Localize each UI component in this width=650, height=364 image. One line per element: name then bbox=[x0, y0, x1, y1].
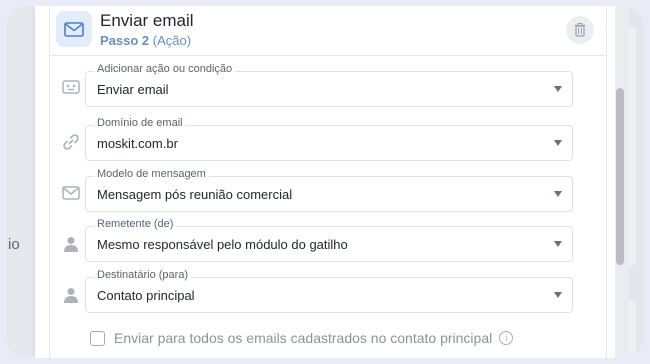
message-template-select[interactable]: Modelo de mensagem Mensagem pós reunião … bbox=[85, 168, 573, 212]
step-card: Enviar email Passo 2 (Ação) Adicionar aç… bbox=[49, 6, 607, 358]
background-partial-text: io bbox=[8, 236, 20, 253]
step-title: Enviar email bbox=[100, 11, 194, 30]
user-icon bbox=[60, 284, 82, 306]
email-domain-select[interactable]: Domínio de email moskit.com.br bbox=[85, 117, 573, 161]
envelope-icon bbox=[56, 11, 92, 47]
user-icon bbox=[60, 233, 82, 255]
envelope-icon bbox=[60, 182, 82, 204]
email-domain-label: Domínio de email bbox=[94, 117, 186, 129]
robot-icon bbox=[60, 76, 82, 98]
message-template-label: Modelo de mensagem bbox=[94, 168, 209, 180]
chevron-down-icon bbox=[554, 241, 562, 247]
message-template-value: Mensagem pós reunião comercial bbox=[97, 187, 293, 202]
send-all-emails-checkbox[interactable] bbox=[90, 330, 105, 346]
link-icon bbox=[60, 131, 82, 153]
chevron-down-icon bbox=[554, 140, 562, 146]
send-all-emails-option: Enviar para todos os emails cadastrados … bbox=[90, 330, 514, 346]
delete-step-button[interactable] bbox=[566, 16, 594, 44]
info-icon[interactable]: i bbox=[499, 331, 514, 345]
scrollbar-thumb[interactable] bbox=[616, 88, 624, 265]
send-all-emails-label[interactable]: Enviar para todos os emails cadastrados … bbox=[114, 330, 492, 346]
action-select-value: Enviar email bbox=[97, 82, 169, 97]
chevron-down-icon bbox=[554, 292, 562, 298]
sender-label: Remetente (de) bbox=[94, 218, 177, 230]
step-type: (Ação) bbox=[152, 33, 192, 48]
sender-select[interactable]: Remetente (de) Mesmo responsável pelo mó… bbox=[85, 218, 573, 262]
step-header: Enviar email Passo 2 (Ação) bbox=[50, 6, 606, 56]
chevron-down-icon bbox=[554, 86, 562, 92]
app-frame: io Enviar email Passo 2 (Ação) Adicionar… bbox=[6, 6, 644, 358]
recipient-value: Contato principal bbox=[97, 288, 195, 303]
step-number: Passo 2 bbox=[100, 33, 150, 48]
action-select[interactable]: Adicionar ação ou condição Enviar email bbox=[85, 63, 573, 107]
email-domain-value: moskit.com.br bbox=[97, 136, 178, 151]
chevron-down-icon bbox=[554, 191, 562, 197]
sender-value: Mesmo responsável pelo módulo do gatilho bbox=[97, 237, 348, 252]
action-select-label: Adicionar ação ou condição bbox=[94, 63, 236, 75]
recipient-label: Destinatário (para) bbox=[94, 269, 192, 281]
recipient-select[interactable]: Destinatário (para) Contato principal bbox=[85, 269, 573, 313]
step-subtitle: Passo 2 (Ação) bbox=[100, 33, 191, 48]
trash-icon bbox=[574, 23, 586, 37]
